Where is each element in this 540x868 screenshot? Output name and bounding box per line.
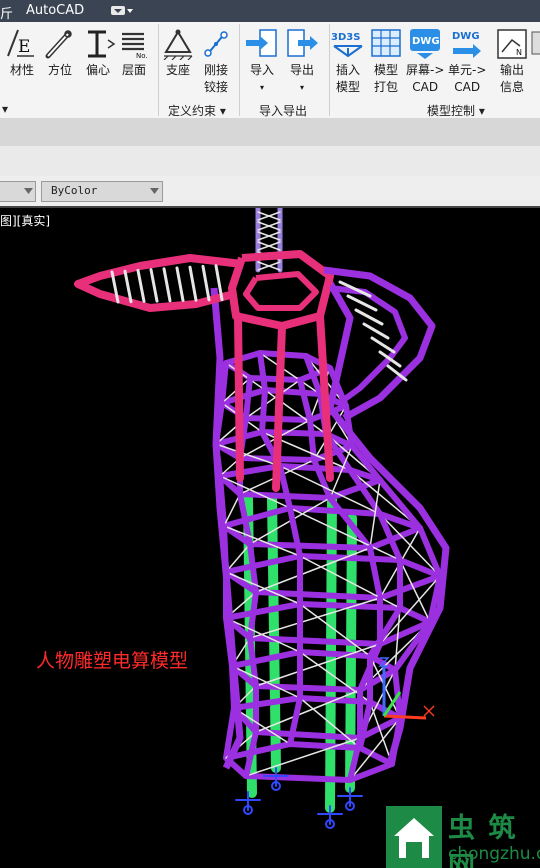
orient-icon xyxy=(45,30,72,59)
panel-title-constraints[interactable]: 定义约束 ▾ xyxy=(168,102,226,119)
property-bar: ByColor xyxy=(0,176,540,208)
chevron-down-icon xyxy=(24,188,33,194)
crown-inner xyxy=(243,271,319,311)
partial-icon xyxy=(531,31,540,55)
chevron-down-icon: ▾ xyxy=(299,83,304,92)
layer-icon: No. xyxy=(122,32,148,60)
ribbon-button-insert-model[interactable]: 3D3S 插入 模型 xyxy=(330,26,366,96)
ribbon-button-offset[interactable]: 偏心 xyxy=(80,26,116,79)
ribbon-button-label: 输出 信息 xyxy=(499,63,524,94)
3ds-icon: 3D3S xyxy=(331,32,363,58)
import-icon xyxy=(246,29,277,57)
ribbon-button-pack-model[interactable]: 模型 打包 xyxy=(368,26,404,96)
arm-brace xyxy=(136,268,146,303)
arm-brace xyxy=(362,322,390,340)
brace xyxy=(225,571,301,605)
svg-text:DWG: DWG xyxy=(452,31,480,42)
model-caption: 人物雕塑电算模型 xyxy=(36,650,189,672)
svg-text:3D3S: 3D3S xyxy=(331,32,360,43)
ribbon-button-label: 支座 xyxy=(165,63,190,77)
ribbon-button-unit-cad[interactable]: DWG 单元-> CAD xyxy=(448,26,486,96)
dwg-screen-icon: DWG xyxy=(410,29,441,59)
chord xyxy=(367,545,383,601)
export-icon xyxy=(287,29,318,57)
color-combo-value: ByColor xyxy=(51,184,98,197)
ribbon-button-label: 屏幕-> CAD xyxy=(406,63,445,94)
brace xyxy=(225,617,301,653)
pack-icon xyxy=(371,29,401,57)
material-icon: E xyxy=(7,29,34,57)
ribbon-button-layer[interactable]: No. 层面 xyxy=(116,26,152,79)
quick-access-icon xyxy=(111,6,133,15)
ribbon-button-label: 插入 模型 xyxy=(335,63,360,94)
brace xyxy=(245,379,301,419)
chevron-down-icon: ▾ xyxy=(259,83,264,92)
brace xyxy=(231,665,301,699)
ribbon-button-material[interactable]: E 材性 xyxy=(4,26,40,79)
svg-text:E: E xyxy=(18,37,30,57)
svg-text:N: N xyxy=(516,48,522,57)
ribbon-button-label: 模型 打包 xyxy=(373,63,398,94)
chord xyxy=(287,505,303,559)
tab-strip xyxy=(0,118,540,146)
offset-icon xyxy=(88,30,116,58)
magenta-column-right xyxy=(316,312,334,482)
ribbon-button-label: 导入 xyxy=(249,63,274,77)
arm-brace xyxy=(149,268,159,303)
column xyxy=(267,493,281,773)
ribbon-button-label: 刚接 铰接 xyxy=(203,63,228,94)
ribbon-button-import[interactable]: 导入 ▾ xyxy=(244,26,280,96)
arm-brace xyxy=(201,264,211,302)
ribbon-button-label: 偏心 xyxy=(85,63,110,77)
svg-text:No.: No. xyxy=(136,52,148,60)
watermark-url: chongzhu.cn xyxy=(448,844,540,864)
ribbon-button-support[interactable]: 支座 xyxy=(160,26,196,79)
model-viewport[interactable]: 图][真实] 人物雕塑电算模型 虫 筑 网 chongzhu.cn xyxy=(0,208,540,868)
viewport-label[interactable]: 图][真实] xyxy=(0,212,50,229)
ribbon-button-label: 层面 xyxy=(121,63,146,77)
panel-title-model-control[interactable]: 模型控制 ▾ xyxy=(427,102,485,119)
magenta-column-left xyxy=(234,312,244,482)
sculpture-model xyxy=(74,208,450,829)
arm-brace xyxy=(354,308,384,326)
arm-brace xyxy=(162,267,172,303)
support-icon xyxy=(163,29,193,60)
ribbon-button-label: 导出 xyxy=(289,63,314,77)
hinge-icon xyxy=(204,31,228,57)
ribbon: E 材性 方位 偏心 No. 层面 支座 刚接 铰接 导入 ▾ 导出 ▾ 3D3S 插入 模型 模型 打包 D… xyxy=(0,22,540,119)
watermark: 虫 筑 网 chongzhu.cn xyxy=(386,806,540,868)
title-bar: 斤 AutoCAD xyxy=(0,0,540,22)
chevron-down-icon xyxy=(150,188,159,194)
ribbon-button-output-info[interactable]: N 输出 信息 xyxy=(494,26,530,96)
ribbon-button-screen-cad[interactable]: DWG 屏幕-> CAD xyxy=(406,26,444,96)
brace xyxy=(223,525,301,557)
arm-brace xyxy=(175,266,185,302)
ribbon-button-label: 方位 xyxy=(47,63,72,77)
ribbon-button-cut[interactable]: 模 编 xyxy=(530,26,540,96)
svg-text:DWG: DWG xyxy=(412,36,440,47)
app-title: AutoCAD xyxy=(26,3,85,18)
panel-dropdown[interactable]: ▾ xyxy=(2,102,8,116)
ribbon-button-orient[interactable]: 方位 xyxy=(42,26,78,79)
chord xyxy=(257,350,268,393)
title-fragment: 斤 xyxy=(0,7,14,22)
toolbar-strip xyxy=(0,146,540,176)
output-info-icon: N xyxy=(497,29,527,59)
chord xyxy=(243,375,253,421)
ucs-axis-icon xyxy=(378,657,435,720)
arm-brace xyxy=(370,336,396,354)
panel-title-import-export: 导入导出 xyxy=(259,104,308,118)
ribbon-button-label: 材性 xyxy=(9,63,34,77)
ribbon-button-export[interactable]: 导出 ▾ xyxy=(284,26,320,96)
color-combo[interactable]: ByColor xyxy=(41,181,163,202)
ribbon-button-rigid-hinge[interactable]: 刚接 铰接 xyxy=(198,26,234,96)
chord xyxy=(259,387,268,435)
arm-brace xyxy=(188,265,198,302)
dwg-unit-icon: DWG xyxy=(452,31,482,58)
ribbon-button-label: 单元-> CAD xyxy=(448,63,487,94)
quick-access-menu[interactable] xyxy=(110,4,134,17)
layer-combo[interactable] xyxy=(0,181,36,202)
